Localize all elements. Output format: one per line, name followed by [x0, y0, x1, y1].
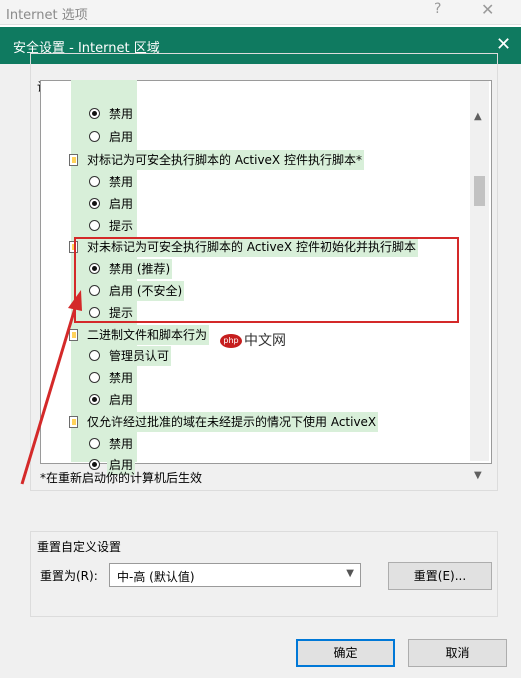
watermark: php 中文网 [220, 330, 286, 350]
watermark-text: 中文网 [244, 333, 286, 349]
php-logo-icon: php [220, 334, 242, 348]
